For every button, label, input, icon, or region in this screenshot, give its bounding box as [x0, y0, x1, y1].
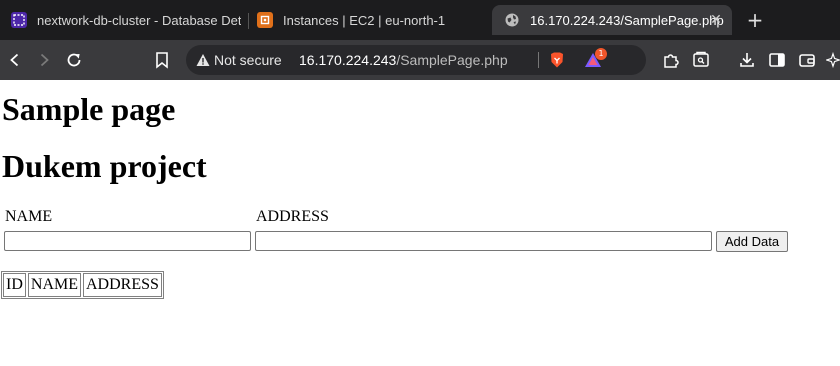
address-bar[interactable]: Not secure 16.170.224.243/SamplePage.php… — [186, 45, 646, 75]
address-label: ADDRESS — [256, 208, 329, 225]
security-status[interactable]: Not secure — [214, 52, 282, 68]
bookmark-icon — [156, 52, 168, 69]
bookmark-button[interactable] — [152, 50, 172, 70]
new-tab-button[interactable]: + — [746, 10, 764, 30]
reload-icon — [67, 53, 81, 67]
ec2-icon — [257, 12, 273, 28]
table-header-name: NAME — [27, 273, 81, 297]
warning-icon[interactable] — [196, 53, 210, 67]
forward-arrow-icon — [40, 53, 49, 67]
reload-button[interactable] — [64, 50, 84, 70]
url-host: 16.170.224.243 — [299, 52, 397, 68]
brave-shields-icon[interactable] — [548, 51, 566, 69]
omnibox-divider — [538, 52, 539, 68]
data-table: ID NAME ADDRESS — [1, 271, 164, 299]
tab-title: Instances | EC2 | eu-north-1 — [283, 12, 446, 28]
page-title: Sample page — [2, 91, 176, 127]
sparkle-icon — [826, 51, 840, 69]
table-header-id: ID — [3, 273, 26, 297]
puzzle-icon — [664, 54, 679, 68]
tab-title: 16.170.224.243/SamplePage.php — [530, 12, 724, 28]
name-input[interactable] — [4, 231, 251, 251]
close-icon[interactable]: ✕ — [708, 12, 724, 28]
address-input[interactable] — [255, 231, 712, 251]
name-label: NAME — [5, 208, 53, 225]
back-arrow-icon — [10, 53, 19, 67]
rewards-badge: 1 — [595, 48, 607, 60]
reading-mode-icon — [693, 51, 709, 67]
add-data-button[interactable]: Add Data — [716, 231, 788, 252]
page-subtitle: Dukem project — [2, 148, 207, 184]
sidebar-button[interactable] — [767, 50, 787, 70]
wallet-button[interactable] — [797, 50, 817, 70]
tab-strip: nextwork-db-cluster - Database Deta Inst… — [0, 0, 840, 40]
downloads-button[interactable] — [737, 50, 757, 70]
tab-title: nextwork-db-cluster - Database Deta — [37, 12, 241, 28]
url-path: /SamplePage.php — [396, 52, 508, 68]
url-text[interactable]: 16.170.224.243/SamplePage.php — [299, 52, 508, 68]
download-icon — [740, 53, 754, 67]
extensions-button[interactable] — [661, 50, 681, 70]
tab-rds-cluster[interactable]: nextwork-db-cluster - Database Deta — [11, 5, 241, 35]
reading-mode-button[interactable] — [691, 50, 711, 70]
browser-toolbar: Not secure 16.170.224.243/SamplePage.php… — [0, 40, 840, 80]
tab-separator — [248, 13, 249, 29]
globe-icon — [504, 12, 520, 28]
leo-ai-button[interactable] — [826, 50, 840, 70]
wallet-icon — [799, 54, 815, 67]
tab-sample-page[interactable]: 16.170.224.243/SamplePage.php ✕ — [492, 5, 732, 35]
back-button[interactable] — [5, 50, 25, 70]
tab-ec2-instances[interactable]: Instances | EC2 | eu-north-1 — [257, 5, 477, 35]
table-header-address: ADDRESS — [83, 273, 162, 297]
forward-button[interactable] — [34, 50, 54, 70]
sidebar-icon — [769, 53, 785, 67]
rds-icon — [11, 12, 27, 28]
